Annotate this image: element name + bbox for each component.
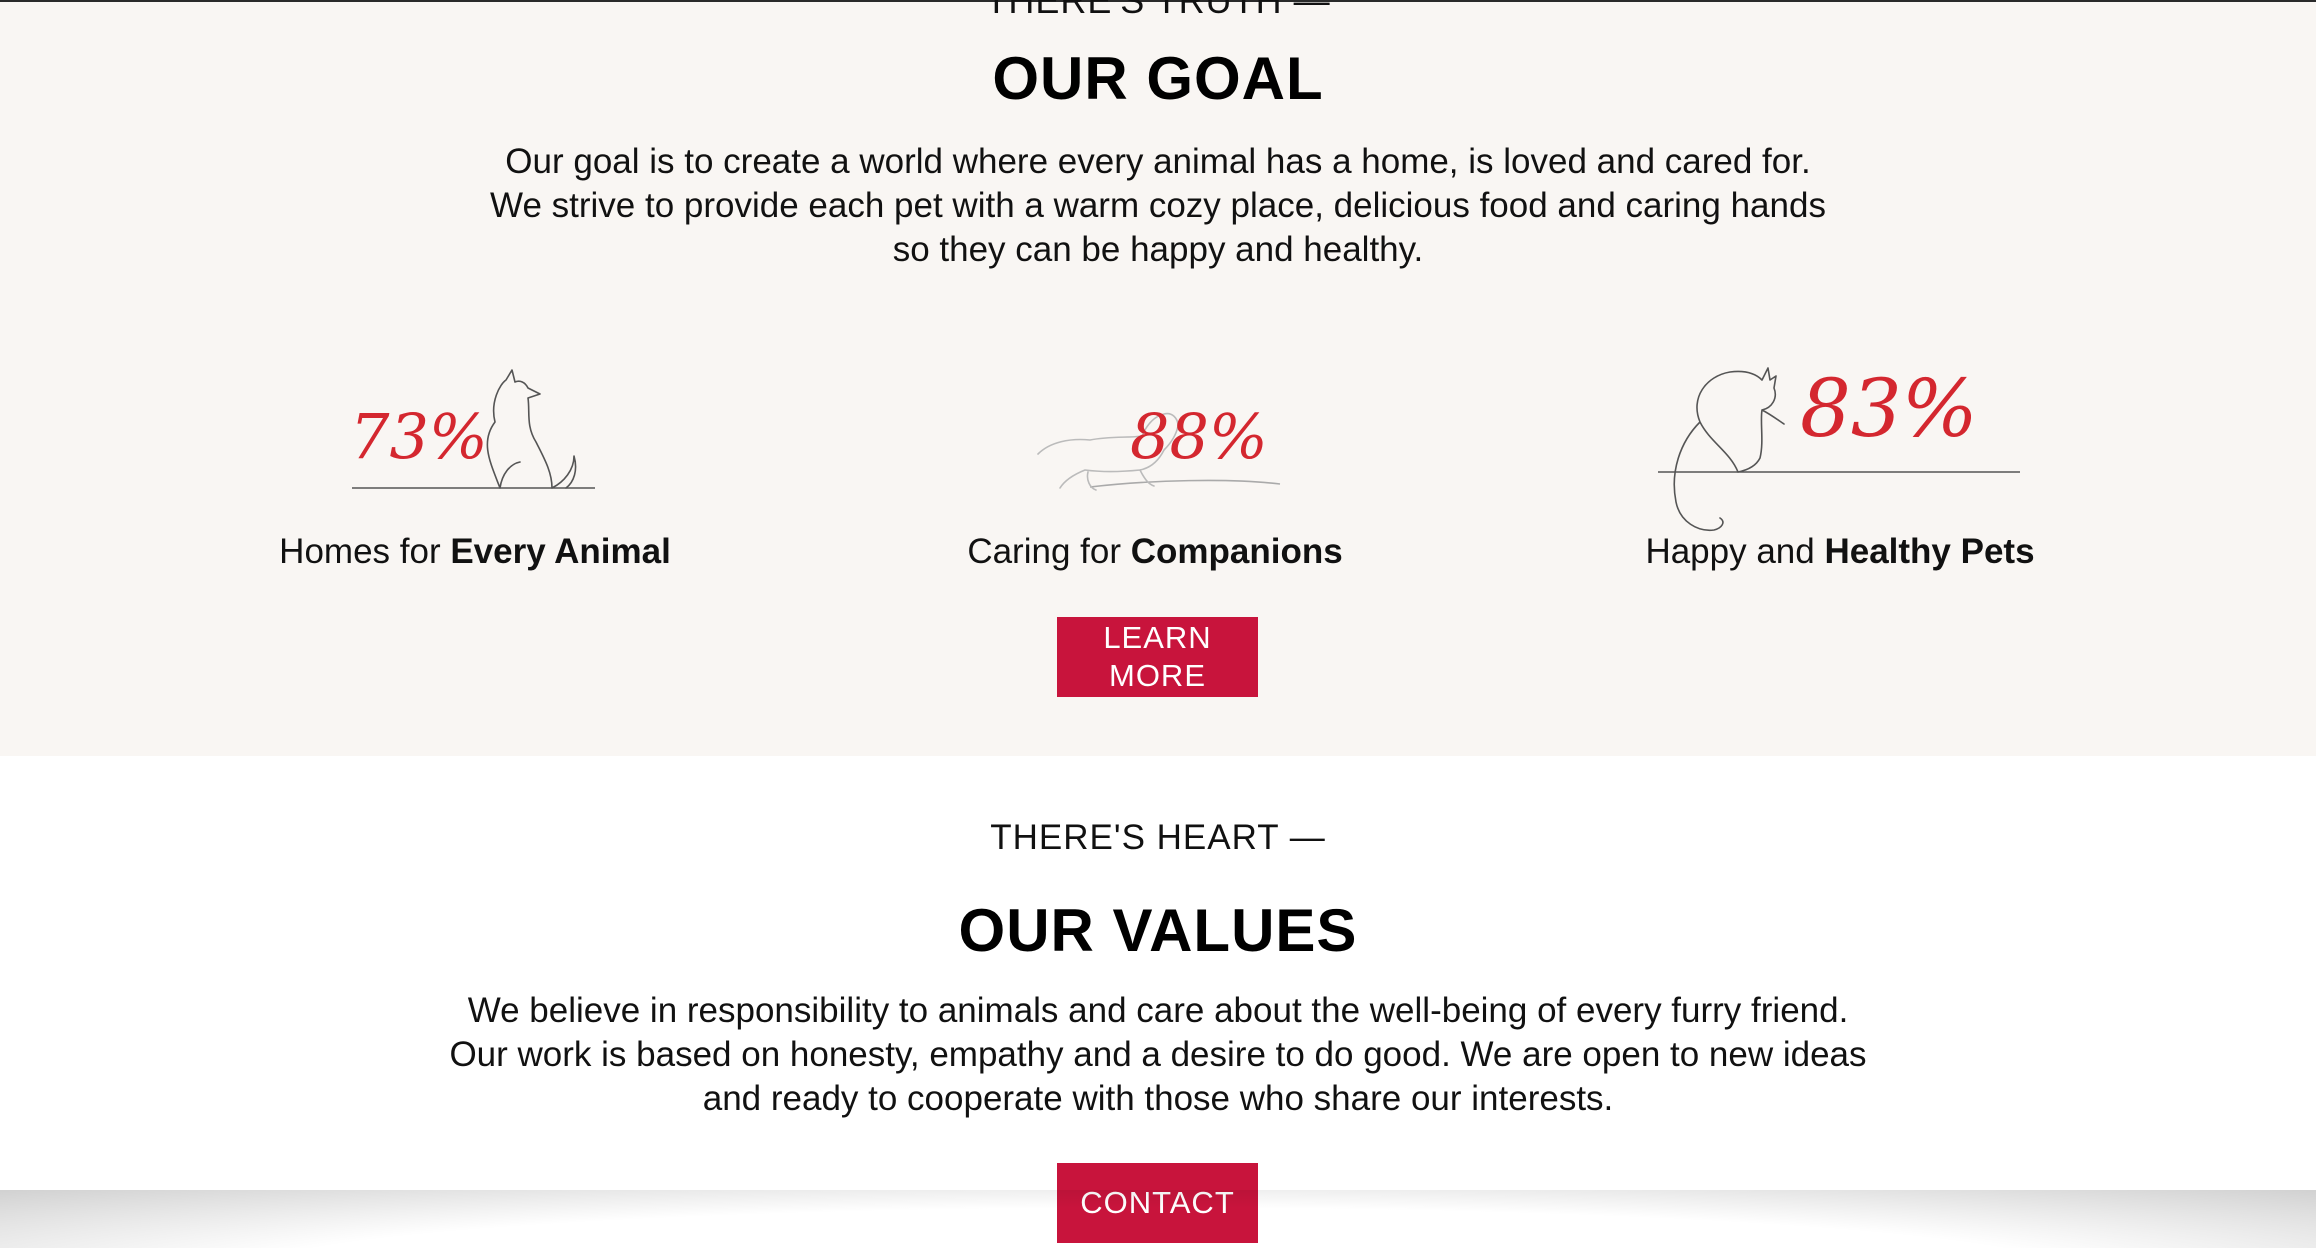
values-eyebrow: THERE'S HEART — — [990, 818, 1326, 857]
stat-homes-caption-prefix: Homes for — [279, 532, 451, 571]
stat-healthy-pets: 83% — [1650, 362, 2030, 537]
learn-more-label-line2: MORE — [1109, 658, 1206, 693]
stat-homes: 73% — [330, 362, 630, 502]
goal-text: Our goal is to create a world where ever… — [490, 142, 1826, 269]
page: THERE'S TRUTH — OUR GOAL Our goal is to … — [0, 0, 2316, 1248]
stat-companions: 88% — [1030, 392, 1320, 502]
learn-more-label-line1: LEARN — [1103, 620, 1212, 655]
values-section: THERE'S HEART — OUR VALUES We believe in… — [0, 756, 2316, 1248]
stat-healthy-pets-value: 83% — [1800, 362, 1978, 455]
goal-eyebrow-cut: THERE'S TRUTH — — [985, 0, 1331, 21]
stat-homes-caption: Homes for Every Animal — [230, 532, 720, 572]
learn-more-button[interactable]: LEARN MORE — [1057, 617, 1258, 697]
stat-companions-value: 88% — [1130, 400, 1268, 473]
stat-homes-value: 73% — [350, 400, 488, 473]
stat-companions-caption: Caring for Companions — [910, 532, 1400, 572]
values-text: We believe in responsibility to animals … — [449, 991, 1867, 1118]
stat-healthy-pets-caption: Happy and Healthy Pets — [1590, 532, 2090, 572]
stat-homes-caption-bold: Every Animal — [450, 532, 671, 571]
stat-healthy-pets-caption-bold: Healthy Pets — [1824, 532, 2035, 571]
stat-companions-caption-bold: Companions — [1130, 532, 1343, 571]
stat-companions-caption-prefix: Caring for — [967, 532, 1131, 571]
values-title: OUR VALUES — [958, 897, 1358, 964]
stat-healthy-pets-caption-prefix: Happy and — [1645, 532, 1825, 571]
contact-button[interactable]: CONTACT — [1057, 1163, 1258, 1243]
goal-section: THERE'S TRUTH — OUR GOAL Our goal is to … — [0, 0, 2316, 756]
goal-title: OUR GOAL — [992, 45, 1324, 112]
